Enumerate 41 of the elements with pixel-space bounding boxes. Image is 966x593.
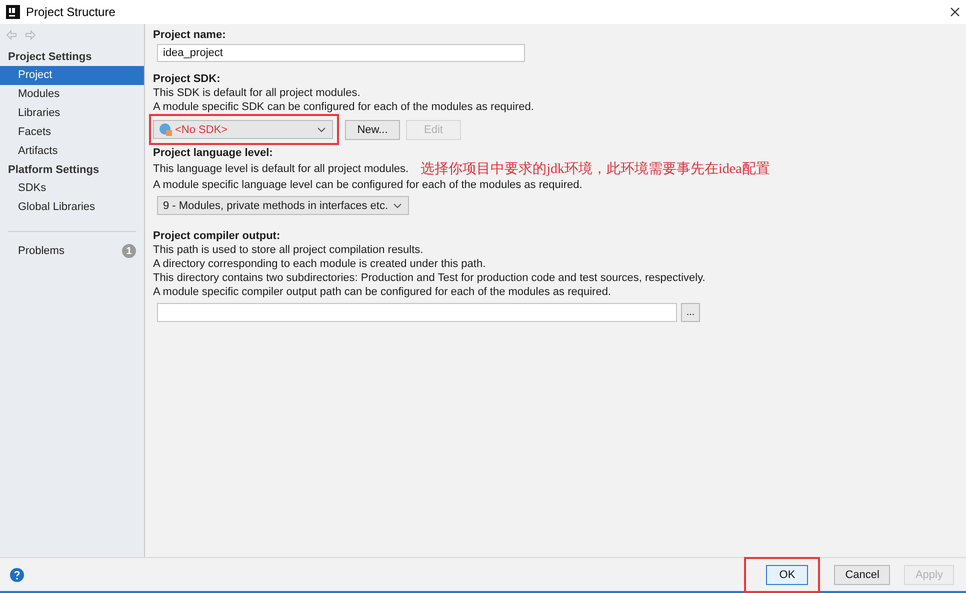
sidebar-item[interactable]: Problems xyxy=(18,245,64,257)
dialog-button[interactable]: OK xyxy=(766,564,808,584)
field-label: Project language level: xyxy=(153,146,274,160)
sidebar-item[interactable]: Artifacts xyxy=(0,142,144,161)
sidebar-group-title: Platform Settings xyxy=(7,163,100,178)
sdk-action-button[interactable]: New... xyxy=(345,120,400,140)
description-text: This path is used to store all project compilation results. xyxy=(153,243,424,257)
annotation-text: 选择你项目中要求的jdk环境，此环境需要事先在idea配置 xyxy=(420,160,770,178)
browse-button[interactable]: ... xyxy=(681,303,700,322)
field-label: Project compiler output: xyxy=(153,229,282,243)
window-title: Project Structure xyxy=(26,5,116,19)
problems-count-badge: 1 xyxy=(122,244,136,258)
close-icon[interactable] xyxy=(950,7,960,17)
description-text: A directory corresponding to each module is created under this path. xyxy=(153,257,487,271)
description-text: A module specific language level can be configured for each of the modules as required. xyxy=(153,178,584,192)
language-level-dropdown[interactable]: 9 - Modules, private methods in interfaces etc. xyxy=(157,196,409,215)
sdk-icon xyxy=(159,123,172,136)
chevron-down-icon xyxy=(393,202,402,208)
sidebar-item[interactable]: Project xyxy=(0,66,144,85)
sidebar-group-title: Project Settings xyxy=(7,50,93,65)
description-text: A module specific compiler output path can be configured for each of the modules as required. xyxy=(153,285,612,299)
sidebar-item[interactable]: Modules xyxy=(0,85,144,104)
field-label: Project SDK: xyxy=(153,72,222,86)
help-icon[interactable] xyxy=(10,568,24,582)
sidebar-item[interactable]: SDKs xyxy=(0,179,144,198)
compiler-output-path-field[interactable] xyxy=(157,303,677,322)
chevron-down-icon xyxy=(317,126,326,132)
back-arrow-icon[interactable] xyxy=(6,30,17,40)
description-text: A module specific SDK can be configured for each of the modules as required. xyxy=(153,100,535,114)
sidebar-item[interactable]: Facets xyxy=(0,123,144,142)
project-name-field[interactable]: idea_project xyxy=(157,44,525,62)
field-label: Project name: xyxy=(153,28,227,42)
sidebar-item[interactable]: Libraries xyxy=(0,104,144,123)
dialog-button[interactable]: Cancel xyxy=(834,564,890,584)
sidebar-item[interactable]: Global Libraries xyxy=(0,198,144,217)
sdk-dropdown[interactable]: <No SDK> xyxy=(153,120,333,139)
description-text: This directory contains two subdirectories: Production and Test for production code and test sources, respectively. xyxy=(153,271,706,285)
app-logo-icon xyxy=(6,5,20,19)
description-text: This SDK is default for all project modules. xyxy=(153,86,362,100)
forward-arrow-icon[interactable] xyxy=(25,30,36,40)
description-text: This language level is default for all project modules. xyxy=(153,162,409,176)
